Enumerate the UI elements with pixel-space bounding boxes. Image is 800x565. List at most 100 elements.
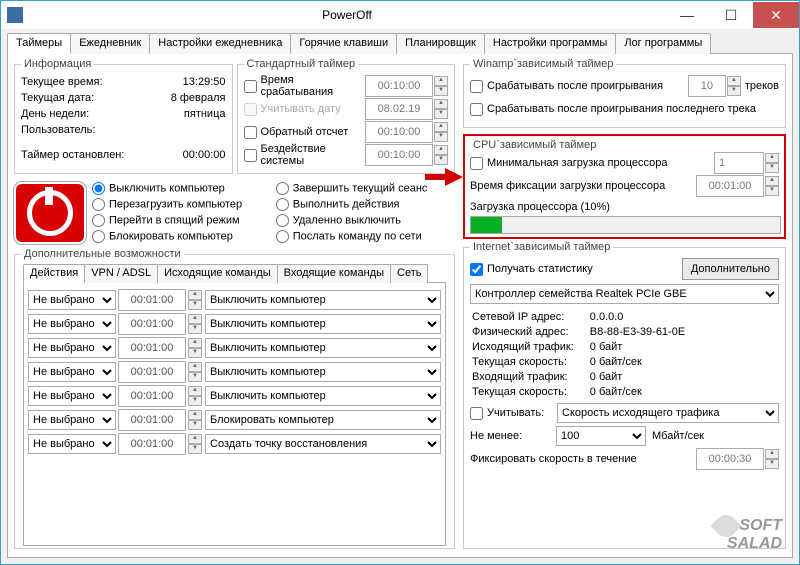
- highlight-arrow-icon: [445, 168, 463, 186]
- condition-select[interactable]: Не выбрано: [28, 362, 116, 382]
- tracks-input[interactable]: [688, 75, 726, 97]
- delay-spinner[interactable]: ▲▼: [188, 290, 202, 310]
- subtab-actions[interactable]: Действия: [23, 264, 85, 283]
- min-label: Не менее:: [470, 430, 556, 442]
- power-icon[interactable]: [14, 182, 86, 244]
- action-select[interactable]: Выключить компьютер: [205, 362, 441, 382]
- internet-legend: Internet`зависимый таймер: [470, 241, 613, 253]
- condition-select[interactable]: Не выбрано: [28, 290, 116, 310]
- advanced-button[interactable]: Дополнительно: [682, 258, 779, 280]
- user-value: [146, 124, 226, 136]
- countdown-input[interactable]: [365, 121, 433, 143]
- action-select[interactable]: Выключить компьютер: [205, 290, 441, 310]
- winamp-legend: Winamp`зависимый таймер: [470, 58, 616, 70]
- action-select[interactable]: Выключить компьютер: [205, 338, 441, 358]
- delay-input[interactable]: [118, 289, 186, 311]
- idle-input[interactable]: [365, 144, 433, 166]
- stats-checkbox[interactable]: [470, 263, 483, 276]
- fix-speed-input[interactable]: [696, 448, 764, 470]
- delay-input[interactable]: [118, 313, 186, 335]
- consider-select[interactable]: Скорость исходящего трафика: [557, 403, 779, 423]
- countdown-spinner[interactable]: ▲▼: [434, 122, 448, 142]
- radio-exec[interactable]: Выполнить действия: [276, 198, 457, 211]
- subtab-in-cmd[interactable]: Входящие команды: [277, 264, 391, 283]
- cpu-min-load-spinner[interactable]: ▲▼: [765, 153, 779, 173]
- tab-diary[interactable]: Ежедневник: [70, 33, 150, 54]
- main-tabs: Таймеры Ежедневник Настройки ежедневника…: [7, 33, 793, 54]
- min-select[interactable]: 100: [556, 426, 646, 446]
- fix-speed-spinner[interactable]: ▲▼: [765, 449, 779, 469]
- winamp-group: Winamp`зависимый таймер Срабатывать посл…: [463, 58, 786, 128]
- user-label: Пользователь:: [21, 124, 146, 136]
- winamp-after-play-checkbox[interactable]: [470, 80, 483, 93]
- mac-label: Физический адрес:: [472, 326, 574, 338]
- trigger-time-spinner[interactable]: ▲▼: [434, 76, 448, 96]
- delay-spinner[interactable]: ▲▼: [188, 314, 202, 334]
- trigger-time-checkbox[interactable]: [244, 80, 257, 93]
- cpu-min-load-input[interactable]: [714, 152, 764, 174]
- use-date-checkbox: [244, 103, 257, 116]
- idle-spinner[interactable]: ▲▼: [434, 145, 448, 165]
- in-traffic-label: Входящий трафик:: [472, 371, 574, 383]
- close-button[interactable]: ✕: [753, 2, 799, 28]
- delay-spinner[interactable]: ▲▼: [188, 386, 202, 406]
- delay-spinner[interactable]: ▲▼: [188, 338, 202, 358]
- tab-diary-settings[interactable]: Настройки ежедневника: [149, 33, 291, 54]
- subtab-net[interactable]: Сеть: [390, 264, 428, 283]
- winamp-after-last-checkbox[interactable]: [470, 103, 483, 116]
- radio-logoff[interactable]: Завершить текущий сеанс: [276, 182, 457, 195]
- adapter-select[interactable]: Контроллер семейства Realtek PCIe GBE: [470, 284, 779, 304]
- trigger-time-input[interactable]: [365, 75, 433, 97]
- action-select[interactable]: Выключить компьютер: [205, 314, 441, 334]
- condition-select[interactable]: Не выбрано: [28, 410, 116, 430]
- condition-select[interactable]: Не выбрано: [28, 338, 116, 358]
- delay-input[interactable]: [118, 337, 186, 359]
- delay-spinner[interactable]: ▲▼: [188, 434, 202, 454]
- cpu-min-load-checkbox[interactable]: [470, 157, 483, 170]
- subtab-vpn[interactable]: VPN / ADSL: [84, 264, 158, 283]
- radio-lock[interactable]: Блокировать компьютер: [92, 230, 272, 243]
- countdown-checkbox[interactable]: [244, 126, 257, 139]
- delay-spinner[interactable]: ▲▼: [188, 410, 202, 430]
- radio-shutdown[interactable]: Выключить компьютер: [92, 182, 272, 195]
- min-unit-label: Мбайт/сек: [652, 430, 704, 442]
- delay-input[interactable]: [118, 409, 186, 431]
- delay-spinner[interactable]: ▲▼: [188, 362, 202, 382]
- radio-reboot[interactable]: Перезагрузить компьютер: [92, 198, 272, 211]
- radio-remote-off[interactable]: Удаленно выключить: [276, 214, 457, 227]
- consider-checkbox[interactable]: [470, 407, 483, 420]
- cpu-fix-time-input: [696, 175, 764, 197]
- tab-log[interactable]: Лог программы: [615, 33, 711, 54]
- action-select[interactable]: Создать точку восстановления: [205, 434, 441, 454]
- window-title: PowerOff: [29, 8, 665, 22]
- delay-input[interactable]: [118, 385, 186, 407]
- info-legend: Информация: [21, 58, 94, 70]
- weekday-label: День недели:: [21, 108, 146, 120]
- tab-scheduler[interactable]: Планировщик: [396, 33, 485, 54]
- use-date-spinner: ▲▼: [434, 99, 448, 119]
- radio-sleep[interactable]: Перейти в спящий режим: [92, 214, 272, 227]
- action-select[interactable]: Блокировать компьютер: [205, 410, 441, 430]
- mac-value: B8-88-E3-39-61-0E: [590, 326, 777, 338]
- countdown-label: Обратный отсчет: [261, 126, 366, 138]
- current-date-value: 8 февраля: [146, 92, 226, 104]
- ip-label: Сетевой IP адрес:: [472, 311, 574, 323]
- action-select[interactable]: Выключить компьютер: [205, 386, 441, 406]
- condition-select[interactable]: Не выбрано: [28, 314, 116, 334]
- delay-input[interactable]: [118, 433, 186, 455]
- condition-select[interactable]: Не выбрано: [28, 386, 116, 406]
- tab-app-settings[interactable]: Настройки программы: [484, 33, 616, 54]
- maximize-button[interactable]: ☐: [709, 2, 753, 28]
- minimize-button[interactable]: —: [665, 2, 709, 28]
- condition-select[interactable]: Не выбрано: [28, 434, 116, 454]
- idle-checkbox[interactable]: [244, 149, 257, 162]
- radio-netcmd[interactable]: Послать команду по сети: [276, 230, 457, 243]
- subtab-out-cmd[interactable]: Исходящие команды: [157, 264, 278, 283]
- titlebar: PowerOff — ☐ ✕: [1, 1, 799, 29]
- tab-timers[interactable]: Таймеры: [7, 33, 71, 54]
- delay-input[interactable]: [118, 361, 186, 383]
- tab-hotkeys[interactable]: Горячие клавиши: [290, 33, 397, 54]
- timer-stopped-value: 00:00:00: [183, 149, 226, 161]
- actions-grid: Не выбрано▲▼Выключить компьютерНе выбран…: [23, 282, 446, 546]
- tracks-spinner[interactable]: ▲▼: [727, 76, 741, 96]
